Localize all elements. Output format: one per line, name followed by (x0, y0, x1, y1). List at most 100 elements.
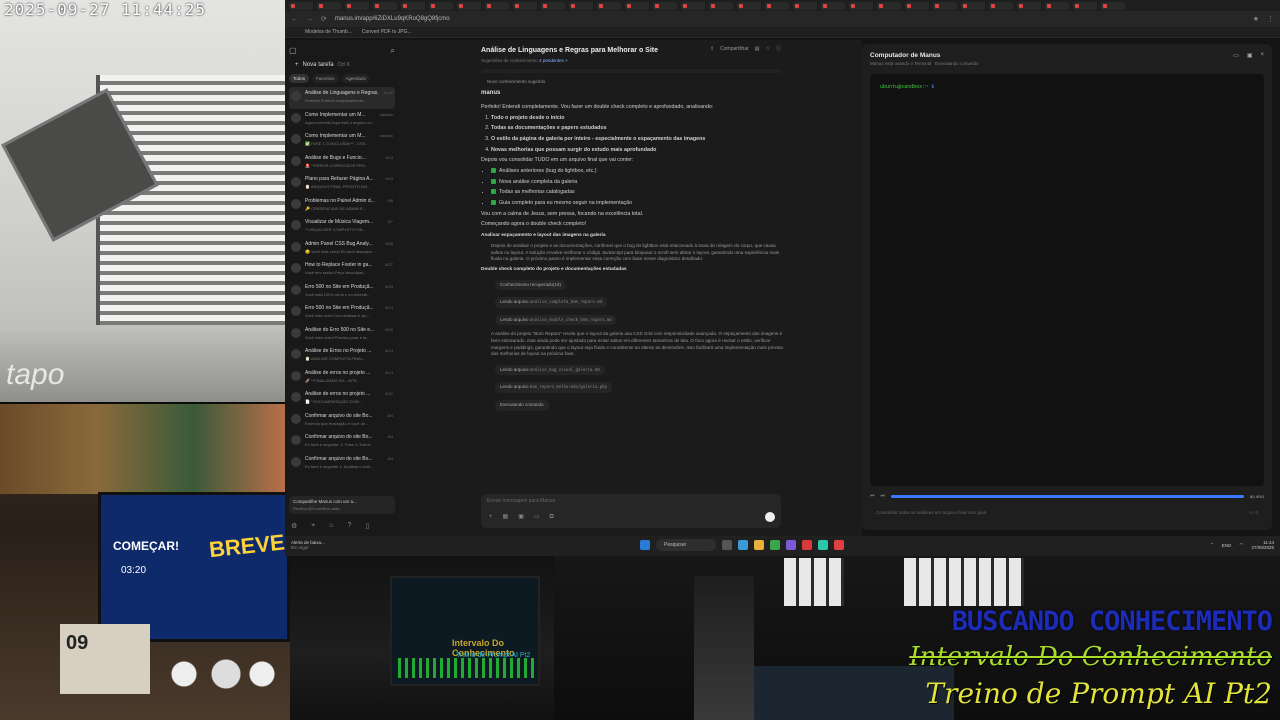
browser-tab[interactable] (625, 1, 649, 10)
browser-tab[interactable] (289, 1, 313, 10)
plus-icon[interactable]: + (489, 513, 493, 522)
read-file-chip[interactable]: Lendo arquivo analise_bug_visual_galeria… (495, 364, 605, 376)
read-file-chip[interactable]: Lendo arquivo bom_reparo_melhorado/galer… (495, 382, 612, 393)
star-icon[interactable]: ★ (1253, 15, 1259, 23)
filter-scheduled[interactable]: Agendado (341, 74, 371, 83)
read-file-chip[interactable]: Lendo arquivo analise_double_check_bom_r… (495, 314, 617, 326)
browser-tab[interactable] (877, 1, 901, 10)
browser-tab[interactable] (765, 1, 789, 10)
browser-tab[interactable] (1101, 1, 1125, 10)
edge-icon[interactable] (738, 540, 748, 550)
task-item[interactable]: Admin Panel CSS Bug Analy... 😊 Você está … (289, 238, 395, 260)
help-icon[interactable]: ? (347, 522, 351, 530)
browser-tab[interactable] (317, 1, 341, 10)
task-item[interactable]: How to Replace Footer in ga... Você tem r… (289, 259, 395, 281)
bookmark-item[interactable]: Modelos de Thumb... (305, 29, 352, 35)
filter-all[interactable]: Todos (289, 74, 310, 83)
pdf-icon[interactable] (834, 540, 844, 550)
star-icon[interactable]: ☆ (766, 46, 770, 53)
wifi-icon[interactable]: ◠ (1240, 542, 1244, 548)
browser-tab[interactable] (569, 1, 593, 10)
browser-tab[interactable] (793, 1, 817, 10)
task-item[interactable]: Confirmar arquivo do site Bo... Eu farei … (289, 453, 395, 475)
browser-tab[interactable] (1045, 1, 1069, 10)
browser-tab[interactable] (1073, 1, 1097, 10)
browser-tab[interactable] (513, 1, 537, 10)
browser-tab[interactable] (961, 1, 985, 10)
task-item[interactable]: Análise de Erros no Projeto ... 📋 ANÁLISE… (289, 345, 395, 367)
lang-indicator[interactable]: ENG (1222, 543, 1232, 548)
task-item[interactable]: Confirmar arquivo do site Bo... Eu farei … (289, 431, 395, 453)
read-file-chip[interactable]: Lendo arquivo analise_completa_bom_repar… (495, 297, 608, 308)
reload-icon[interactable]: ⟳ (321, 15, 327, 23)
file-icon[interactable]: ▤ (755, 46, 760, 53)
share-manus-card[interactable]: Compartilhe Manus com um a... Receba 500… (289, 496, 395, 514)
browser-tab[interactable] (849, 1, 873, 10)
share-button[interactable]: Compartilhar (720, 46, 749, 53)
next-icon[interactable]: ⏭ (881, 493, 886, 499)
knowledge-recovered-chip[interactable]: Conhecimento recuperado(18) (495, 279, 567, 291)
prev-icon[interactable]: ⏮ (870, 493, 875, 499)
task-item[interactable]: Como Implementar um M... ✅ FASE 1 CONCLUÍ… (289, 130, 395, 152)
task-item[interactable]: Problemas no Painel Admin d... 🔑 CREDENCI… (289, 195, 395, 217)
browser-tab[interactable] (429, 1, 453, 10)
task-item[interactable]: Confirmar arquivo do site Bo... Entendo q… (289, 410, 395, 432)
back-icon[interactable]: ← (291, 16, 298, 23)
mobile-icon[interactable]: ▯ (365, 522, 369, 530)
taskview-icon[interactable] (722, 540, 732, 550)
chat-icon[interactable]: ▭ (534, 513, 540, 522)
browser-tab[interactable] (345, 1, 369, 10)
app-icon[interactable] (818, 540, 828, 550)
task-item[interactable]: Erro 500 no Site em Produçã... Você está … (289, 281, 395, 303)
filter-favorites[interactable]: Favoritos (312, 74, 339, 83)
share-icon[interactable]: ⇪ (710, 46, 714, 53)
sidebar-toggle-icon[interactable]: ▢ (289, 46, 297, 56)
task-item[interactable]: Análise do Erro 500 no Site e... Você est… (289, 324, 395, 346)
browser-tab[interactable] (1017, 1, 1041, 10)
folder-icon[interactable] (754, 540, 764, 550)
connector-icon[interactable]: ⧉ (550, 513, 554, 522)
browser-tab[interactable] (653, 1, 677, 10)
chrome-icon[interactable] (770, 540, 780, 550)
info-icon[interactable]: ⓘ (776, 46, 781, 53)
send-button[interactable] (765, 512, 775, 522)
location-icon[interactable]: ⌖ (311, 522, 315, 530)
start-icon[interactable] (640, 540, 650, 550)
task-item[interactable]: Como Implementar um M... Agora entendi! A… (289, 109, 395, 131)
task-item[interactable]: Erro 500 no Site em Produçã... Você está … (289, 302, 395, 324)
url-field[interactable]: manus.im/app/6ZiDXLu9qKRoQ8gQ8fjcmo (335, 16, 1245, 22)
chevron-up-icon[interactable]: ⌃ (1210, 542, 1214, 548)
task-item[interactable]: Visualizar de Música Viagem... **VISUALIZ… (289, 216, 395, 238)
settings-icon[interactable]: ⚙ (291, 522, 297, 530)
task-item[interactable]: Análise de erros no projeto ... 🚀 **FINAL… (289, 367, 395, 389)
browser-tab[interactable] (905, 1, 929, 10)
browser-tab[interactable] (821, 1, 845, 10)
attach-icon[interactable]: ▦ (503, 513, 509, 522)
task-item[interactable]: Plano para Refazer Página A... 📋 ARQUIVO … (289, 173, 395, 195)
message-composer[interactable]: Enviar mensagem para Manus + ▦ ▣ ▭ ⧉ (481, 494, 781, 528)
browser-tab[interactable] (737, 1, 761, 10)
task-item[interactable]: Análise de erros no projeto ... 📄 **DOCUM… (289, 388, 395, 410)
terminal-view[interactable]: ubuntu@sandbox:~ $ (870, 74, 1264, 486)
new-task-button[interactable]: + Nova tarefa Ctrl K (295, 62, 389, 68)
grid-icon[interactable]: ▣ (518, 513, 524, 522)
browser-tab[interactable] (401, 1, 425, 10)
browser-tab[interactable] (933, 1, 957, 10)
task-item[interactable]: Análise de Bugs e Funcio... 🚨 **ERROS COR… (289, 152, 395, 174)
browser-tab[interactable] (709, 1, 733, 10)
step-double-check-title[interactable]: Double check completo do projeto e docum… (481, 267, 862, 274)
browser-tab[interactable] (373, 1, 397, 10)
screen-icon[interactable]: ▭ (1233, 52, 1239, 59)
bookmark-item[interactable]: Convert PDF to JPG... (362, 29, 412, 35)
app-icon[interactable] (786, 540, 796, 550)
exec-command-chip[interactable]: Executando comando (495, 400, 549, 411)
browser-tab[interactable] (597, 1, 621, 10)
browser-tab[interactable] (681, 1, 705, 10)
pending-badge[interactable]: 4 pendentes > (539, 58, 568, 63)
browser-tab[interactable] (457, 1, 481, 10)
home-icon[interactable]: ⌂ (329, 522, 333, 530)
knowledge-pill[interactable]: Novo conhecimento sugerido (487, 79, 856, 86)
taskbar-search[interactable]: Pesquisar (656, 539, 716, 551)
weather-widget[interactable]: Alerta de baixa... Em vigor (291, 540, 325, 551)
forward-icon[interactable]: → (306, 16, 313, 23)
